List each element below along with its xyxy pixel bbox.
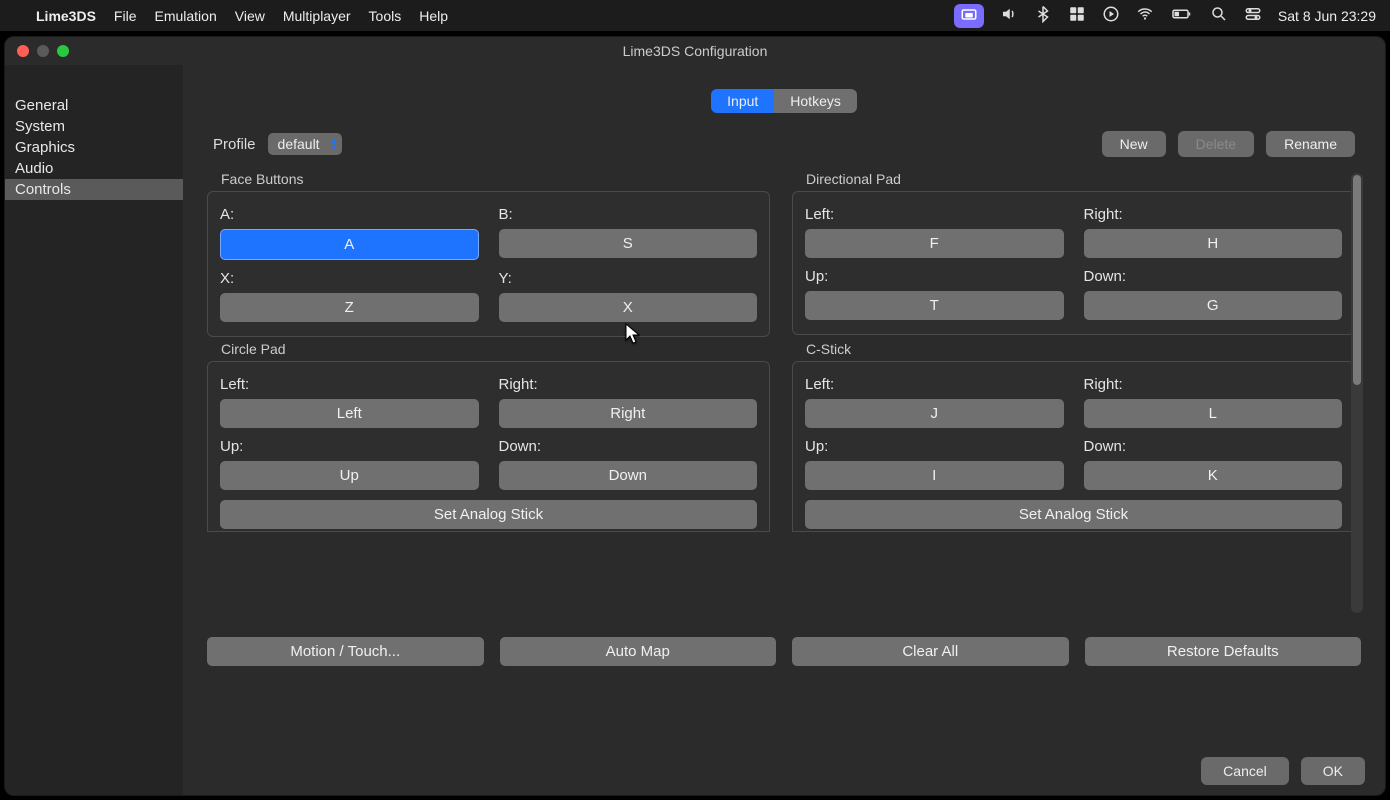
cancel-button[interactable]: Cancel (1201, 757, 1289, 785)
wifi-icon[interactable] (1136, 5, 1154, 26)
bind-button-cstick-right[interactable]: L (1084, 399, 1343, 428)
profile-select[interactable]: default ▴▾ (268, 133, 342, 155)
label-circle-down: Down: (499, 438, 758, 455)
label-cstick-left: Left: (805, 376, 1064, 393)
menu-emulation[interactable]: Emulation (154, 8, 216, 24)
group-circle-pad: Circle Pad Left: Left Right: Right (207, 337, 770, 532)
label-circle-left: Left: (220, 376, 479, 393)
label-dpad-up: Up: (805, 268, 1064, 285)
bind-button-dpad-down[interactable]: G (1084, 291, 1343, 320)
sidebar-item-graphics[interactable]: Graphics (5, 137, 183, 158)
bind-button-circle-left[interactable]: Left (220, 399, 479, 428)
bind-button-cstick-analog[interactable]: Set Analog Stick (805, 500, 1342, 529)
bind-button-face-x[interactable]: Z (220, 293, 479, 322)
sidebar-item-general[interactable]: General (5, 95, 183, 116)
bind-button-circle-analog[interactable]: Set Analog Stick (220, 500, 757, 529)
restore-defaults-button[interactable]: Restore Defaults (1085, 637, 1362, 666)
label-face-y: Y: (499, 270, 758, 287)
widgets-icon[interactable] (1068, 5, 1086, 26)
bind-button-dpad-left[interactable]: F (805, 229, 1064, 258)
config-window: Lime3DS Configuration General System Gra… (4, 36, 1386, 796)
mac-menu-bar: Lime3DS File Emulation View Multiplayer … (0, 0, 1390, 31)
sidebar-item-system[interactable]: System (5, 116, 183, 137)
bind-button-circle-down[interactable]: Down (499, 461, 758, 490)
control-center-icon[interactable] (1244, 5, 1262, 26)
menu-view[interactable]: View (235, 8, 265, 24)
group-title-circle: Circle Pad (207, 337, 770, 361)
bind-button-dpad-up[interactable]: T (805, 291, 1064, 320)
tabs-segmented: Input Hotkeys (711, 89, 857, 113)
tab-input[interactable]: Input (711, 89, 774, 113)
group-title-face: Face Buttons (207, 167, 770, 191)
profile-select-value: default (278, 136, 320, 152)
menu-app-name[interactable]: Lime3DS (36, 8, 96, 24)
bind-button-circle-up[interactable]: Up (220, 461, 479, 490)
label-circle-up: Up: (220, 438, 479, 455)
bind-button-circle-right[interactable]: Right (499, 399, 758, 428)
profile-new-button[interactable]: New (1102, 131, 1166, 157)
menu-clock[interactable]: Sat 8 Jun 23:29 (1278, 8, 1376, 24)
window-title: Lime3DS Configuration (5, 43, 1385, 59)
bind-button-face-a[interactable]: A (220, 229, 479, 260)
label-face-x: X: (220, 270, 479, 287)
label-face-b: B: (499, 206, 758, 223)
vertical-scrollbar[interactable] (1351, 173, 1363, 613)
scrollbar-thumb[interactable] (1353, 175, 1361, 385)
bind-button-cstick-left[interactable]: J (805, 399, 1064, 428)
label-circle-right: Right: (499, 376, 758, 393)
titlebar: Lime3DS Configuration (5, 37, 1385, 65)
label-dpad-right: Right: (1084, 206, 1343, 223)
label-cstick-right: Right: (1084, 376, 1343, 393)
group-title-dpad: Directional Pad (792, 167, 1355, 191)
ok-button[interactable]: OK (1301, 757, 1365, 785)
bind-button-face-b[interactable]: S (499, 229, 758, 258)
group-dpad: Directional Pad Left: F Right: H (792, 167, 1355, 337)
play-icon[interactable] (1102, 5, 1120, 26)
menu-multiplayer[interactable]: Multiplayer (283, 8, 351, 24)
tab-hotkeys[interactable]: Hotkeys (774, 89, 857, 113)
group-title-cstick: C-Stick (792, 337, 1355, 361)
group-face-buttons: Face Buttons A: A B: S (207, 167, 770, 337)
profile-rename-button[interactable]: Rename (1266, 131, 1355, 157)
clear-all-button[interactable]: Clear All (792, 637, 1069, 666)
sidebar-item-controls[interactable]: Controls (5, 179, 183, 200)
chevron-updown-icon: ▴▾ (332, 137, 337, 151)
group-c-stick: C-Stick Left: J Right: L (792, 337, 1355, 532)
sidebar: General System Graphics Audio Controls (5, 65, 183, 795)
menu-help[interactable]: Help (419, 8, 448, 24)
label-face-a: A: (220, 206, 479, 223)
label-dpad-down: Down: (1084, 268, 1343, 285)
menu-tools[interactable]: Tools (369, 8, 402, 24)
profile-delete-button[interactable]: Delete (1178, 131, 1254, 157)
sidebar-item-audio[interactable]: Audio (5, 158, 183, 179)
bind-button-face-y[interactable]: X (499, 293, 758, 322)
search-icon[interactable] (1210, 5, 1228, 26)
bind-button-cstick-up[interactable]: I (805, 461, 1064, 490)
label-cstick-up: Up: (805, 438, 1064, 455)
bindings-scroll-area: Face Buttons A: A B: S (207, 167, 1361, 625)
auto-map-button[interactable]: Auto Map (500, 637, 777, 666)
bluetooth-icon[interactable] (1034, 5, 1052, 26)
label-dpad-left: Left: (805, 206, 1064, 223)
main-panel: Input Hotkeys Profile default ▴▾ New Del… (183, 65, 1385, 795)
label-cstick-down: Down: (1084, 438, 1343, 455)
bind-button-cstick-down[interactable]: K (1084, 461, 1343, 490)
screen-mirror-icon[interactable] (954, 4, 984, 28)
menu-file[interactable]: File (114, 8, 137, 24)
motion-touch-button[interactable]: Motion / Touch... (207, 637, 484, 666)
bind-button-dpad-right[interactable]: H (1084, 229, 1343, 258)
volume-icon[interactable] (1000, 5, 1018, 26)
battery-icon[interactable] (1170, 5, 1194, 26)
profile-label: Profile (213, 136, 256, 153)
